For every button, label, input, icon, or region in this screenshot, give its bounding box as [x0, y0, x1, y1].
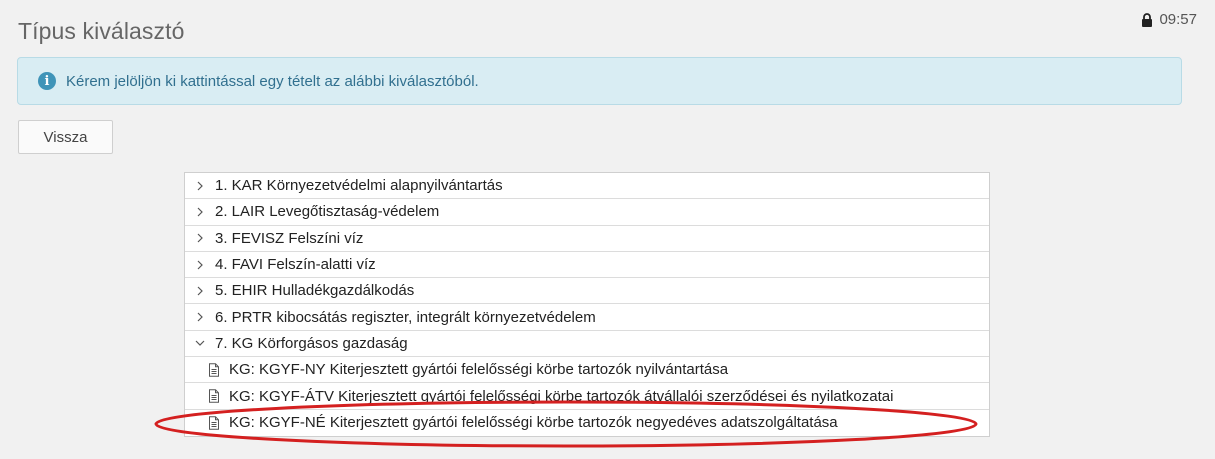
tree-item-kgyf-ne[interactable]: KG: KGYF-NÉ Kiterjesztett gyártói felelő…: [185, 410, 989, 436]
tree-item-kgyf-atv[interactable]: KG: KGYF-ÁTV Kiterjesztett gyártói felel…: [185, 383, 989, 410]
session-time: 09:57: [1159, 11, 1197, 28]
tree-category-kar[interactable]: 1. KAR Környezetvédelmi alapnyilvántartá…: [185, 173, 989, 200]
page-title: Típus kiválasztó: [18, 18, 185, 44]
info-alert-text: Kérem jelöljön ki kattintással egy tétel…: [66, 72, 479, 90]
tree-item-label: KG: KGYF-ÁTV Kiterjesztett gyártói felel…: [229, 387, 894, 405]
tree-category-label: 3. FEVISZ Felszíni víz: [215, 229, 364, 247]
tree-item-label: KG: KGYF-NY Kiterjesztett gyártói felelő…: [229, 361, 729, 379]
back-button[interactable]: Vissza: [18, 120, 113, 154]
chevron-down-icon: [195, 340, 205, 347]
tree-item-label: KG: KGYF-NÉ Kiterjesztett gyártói felelő…: [229, 414, 838, 432]
tree-category-ehir[interactable]: 5. EHIR Hulladékgazdálkodás: [185, 278, 989, 305]
document-icon: [209, 389, 219, 403]
tree-category-label: 6. PRTR kibocsátás regiszter, integrált …: [215, 308, 596, 326]
chevron-right-icon: [195, 207, 205, 217]
lock-icon: [1142, 12, 1153, 27]
tree-category-label: 2. LAIR Levegőtisztaság-védelem: [215, 203, 440, 221]
chevron-right-icon: [195, 260, 205, 270]
tree-category-prtr[interactable]: 6. PRTR kibocsátás regiszter, integrált …: [185, 304, 989, 331]
tree-category-label: 5. EHIR Hulladékgazdálkodás: [215, 282, 415, 300]
tree-item-kgyf-ny[interactable]: KG: KGYF-NY Kiterjesztett gyártói felelő…: [185, 357, 989, 384]
chevron-right-icon: [195, 312, 205, 322]
tree-category-label: 4. FAVI Felszín-alatti víz: [215, 256, 376, 274]
session-indicator: 09:57: [1141, 11, 1197, 28]
tree-category-label: 1. KAR Környezetvédelmi alapnyilvántartá…: [215, 177, 503, 195]
chevron-right-icon: [195, 181, 205, 191]
document-icon: [209, 363, 219, 377]
tree-category-fevisz[interactable]: 3. FEVISZ Felszíni víz: [185, 226, 989, 252]
document-icon: [209, 416, 219, 430]
tree-category-kg[interactable]: 7. KG Körforgásos gazdaság: [185, 331, 989, 358]
info-icon: i: [38, 72, 56, 90]
tree-category-favi[interactable]: 4. FAVI Felszín-alatti víz: [185, 252, 989, 279]
tree-category-lair[interactable]: 2. LAIR Levegőtisztaság-védelem: [185, 199, 989, 226]
chevron-right-icon: [195, 233, 205, 243]
chevron-right-icon: [195, 286, 205, 296]
info-alert: i Kérem jelöljön ki kattintással egy tét…: [17, 57, 1182, 105]
type-selector-tree: 1. KAR Környezetvédelmi alapnyilvántartá…: [184, 172, 990, 437]
tree-category-label: 7. KG Körforgásos gazdaság: [215, 334, 408, 352]
